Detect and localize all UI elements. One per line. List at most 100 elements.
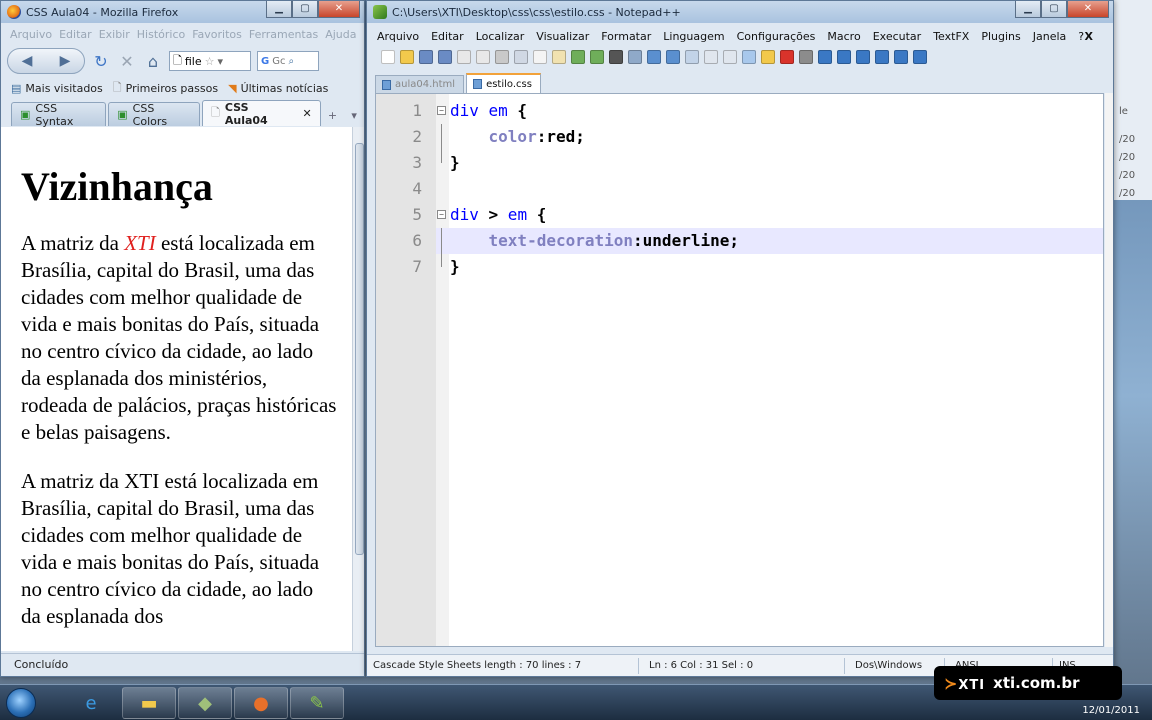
menu-executar[interactable]: Executar [873,30,922,43]
menu-exibir[interactable]: Exibir [99,25,130,45]
menu-editar[interactable]: Editar [431,30,464,43]
print-icon[interactable] [495,50,509,64]
forward-icon[interactable]: ▶ [60,53,71,69]
play-multiple-icon[interactable] [837,50,851,64]
close-all-icon[interactable] [476,50,490,64]
reload-icon[interactable]: ↻ [91,52,111,71]
arrow-up-icon[interactable] [894,50,908,64]
close-document-button[interactable]: X [1085,30,1093,43]
menu-ferramentas[interactable]: Ferramentas [249,25,318,45]
star-icon[interactable]: ☆ [205,55,215,68]
menu-linguagem[interactable]: Linguagem [663,30,724,43]
close-button[interactable]: ✕ [1067,1,1109,18]
maximize-button[interactable]: ▢ [1041,1,1067,18]
back-icon[interactable]: ◀ [22,53,33,69]
menu-help[interactable]: ? [1078,30,1084,43]
record-macro-icon[interactable] [780,50,794,64]
tab-aula04-html[interactable]: aula04.html [375,75,465,93]
paste-icon[interactable] [552,50,566,64]
new-tab-icon[interactable]: + [323,104,343,126]
logo-text: XTI [958,677,986,693]
css-value: :red; [536,127,585,146]
new-file-icon[interactable] [381,50,395,64]
menu-macro[interactable]: Macro [827,30,860,43]
stop-icon[interactable]: ✕ [117,52,137,71]
save-icon[interactable] [419,50,433,64]
menu-visualizar[interactable]: Visualizar [536,30,589,43]
close-file-icon[interactable] [457,50,471,64]
navigation-toolbar: ◀ ▶ ↻ ✕ ⌂ 🗋 file ☆ ▾ G Gc ⌕ [1,46,364,76]
notepadpp-taskbar-icon[interactable]: ✎ [290,687,344,719]
paragraph-1: A matriz da XTI está localizada em Brasí… [21,230,338,446]
explorer-icon[interactable]: ▬ [122,687,176,719]
scrollbar-thumb[interactable] [355,143,364,555]
minimize-button[interactable]: ▁ [266,1,292,18]
cut-icon[interactable] [514,50,528,64]
menu-janela[interactable]: Janela [1033,30,1067,43]
zoom-in-icon[interactable] [647,50,661,64]
bookmark-latest-news[interactable]: ◥ Últimas notícias [228,82,328,95]
fold-collapse-icon[interactable]: − [437,106,446,115]
save-macro-icon[interactable] [856,50,870,64]
menu-arquivo[interactable]: Arquivo [377,30,419,43]
save-all-icon[interactable] [438,50,452,64]
internet-explorer-icon[interactable]: e [64,687,118,719]
fold-collapse-icon[interactable]: − [437,210,446,219]
menu-formatar[interactable]: Formatar [601,30,651,43]
vertical-scrollbar[interactable] [352,127,364,651]
page-content: Vizinhança A matriz da XTI está localiza… [1,127,352,651]
css-property: color [488,127,537,146]
menu-ajuda[interactable]: Ajuda [325,25,356,45]
sync-scroll-icon[interactable] [685,50,699,64]
play-macro-icon[interactable] [818,50,832,64]
menu-favoritos[interactable]: Favoritos [192,25,242,45]
menu-configuracoes[interactable]: Configurações [737,30,816,43]
search-icon[interactable]: ⌕ [288,56,294,67]
folder-icon[interactable] [761,50,775,64]
menu-historico[interactable]: Histórico [137,25,185,45]
firefox-taskbar-icon[interactable]: ● [234,687,288,719]
menu-localizar[interactable]: Localizar [476,30,525,43]
url-bar[interactable]: 🗋 file ☆ ▾ [169,51,251,71]
code-editor[interactable]: 1 − div em { 2 color:red; 3 } 4 5 − div … [375,93,1104,647]
tab-css-aula04[interactable]: 🗋 CSS Aula04 ✕ [202,100,321,127]
page-icon: 🗋 [173,53,182,67]
replace-icon[interactable] [628,50,642,64]
zoom-out-icon[interactable] [666,50,680,64]
find-icon[interactable] [609,50,623,64]
menu-arquivo[interactable]: Arquivo [10,25,52,45]
copy-icon[interactable] [533,50,547,64]
search-box[interactable]: G Gc ⌕ [257,51,319,71]
open-file-icon[interactable] [400,50,414,64]
close-button[interactable]: ✕ [318,1,360,18]
close-tab-icon[interactable]: ✕ [302,107,311,120]
undo-icon[interactable] [571,50,585,64]
tab-label: aula04.html [395,79,456,90]
menu-plugins[interactable]: Plugins [981,30,1020,43]
maximize-button[interactable]: ▢ [292,1,318,18]
tab-estilo-css[interactable]: estilo.css [466,73,541,93]
menu-editar[interactable]: Editar [59,25,92,45]
show-all-chars-icon[interactable] [723,50,737,64]
home-icon[interactable]: ⌂ [143,52,163,71]
url-dropdown-icon[interactable]: ▾ [218,55,224,68]
tab-list-icon[interactable]: ▾ [344,104,364,126]
bookmark-getting-started[interactable]: 🗋 Primeiros passos [113,79,218,98]
google-icon[interactable]: G [261,56,269,67]
word-wrap-icon[interactable] [704,50,718,64]
arrow-down-icon[interactable] [913,50,927,64]
minimize-button[interactable]: ▁ [1015,1,1041,18]
firefox-titlebar[interactable]: CSS Aula04 - Mozilla Firefox ▁ ▢ ✕ [1,1,364,23]
editor-scrollbar[interactable] [1105,93,1113,647]
notes-icon[interactable]: ◆ [178,687,232,719]
bookmark-most-visited[interactable]: ▤ Mais visitados [11,82,103,95]
notepadpp-titlebar[interactable]: C:\Users\XTI\Desktop\css\css\estilo.css … [367,1,1113,23]
tab-css-syntax[interactable]: ▣ CSS Syntax [11,102,107,128]
start-button[interactable] [6,688,36,718]
tab-css-colors[interactable]: ▣ CSS Colors [108,102,200,128]
menu-textfx[interactable]: TextFX [933,30,969,43]
indent-guide-icon[interactable] [742,50,756,64]
redo-icon[interactable] [590,50,604,64]
sort-icon[interactable] [875,50,889,64]
stop-macro-icon[interactable] [799,50,813,64]
